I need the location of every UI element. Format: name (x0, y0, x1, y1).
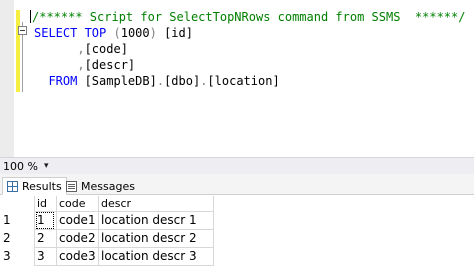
code-line-5[interactable]: FROM [SampleDB].[dbo].[location] (34, 74, 280, 88)
editor-margin (0, 0, 14, 157)
tab-results[interactable]: Results (2, 177, 67, 195)
grid-line (34, 196, 35, 266)
row-number[interactable]: 3 (0, 247, 34, 265)
code-line-3[interactable]: ,[code] (34, 42, 128, 56)
code-token: [location] (207, 74, 280, 88)
code-token: [descr] (84, 58, 136, 72)
text-caret (30, 10, 31, 23)
code-token: SELECT (34, 26, 85, 40)
row-number[interactable]: 2 (0, 229, 34, 247)
code-token: [code] (84, 42, 128, 56)
cell-descr[interactable]: location descr 2 (98, 229, 213, 247)
code-token: [SampleDB] (84, 74, 157, 88)
cell-code[interactable]: code2 (56, 229, 98, 247)
grid-line (213, 196, 214, 266)
code-token: . (156, 74, 165, 88)
code-token: , (34, 58, 85, 72)
results-tab-strip: Results Messages (0, 174, 474, 195)
query-editor[interactable]: /****** Script for SelectTopNRows comman… (0, 0, 474, 157)
grid-icon (7, 180, 18, 192)
cell-descr[interactable]: location descr 3 (98, 247, 213, 265)
code-token: , (34, 42, 85, 56)
code-token: FROM (34, 74, 85, 88)
cell-code[interactable]: code3 (56, 247, 98, 265)
grid-line (98, 196, 99, 266)
cell-id[interactable]: 3 (34, 247, 56, 265)
selected-cell-outline (36, 212, 54, 229)
cell-id[interactable]: 2 (34, 229, 56, 247)
tab-messages[interactable]: Messages (62, 177, 139, 195)
code-token: [dbo] (164, 74, 201, 88)
code-token: [id] (164, 26, 193, 40)
table-row[interactable]: 1 1 code1 location descr 1 (0, 211, 474, 229)
grid-line (56, 196, 57, 266)
cell-descr[interactable]: location descr 1 (98, 211, 213, 229)
tab-results-label: Results (22, 179, 62, 193)
column-header-descr[interactable]: descr (98, 196, 213, 211)
code-token: 1000 (120, 26, 150, 40)
row-number[interactable]: 1 (0, 211, 34, 229)
table-row[interactable]: 3 3 code3 location descr 3 (0, 247, 474, 265)
grid-line (34, 265, 213, 266)
column-header-id[interactable]: id (34, 196, 56, 211)
editor-status-bar: 100 % ▾ (0, 157, 474, 174)
results-grid[interactable]: id code descr 1 1 code1 location descr 1… (0, 196, 474, 274)
column-header-code[interactable]: code (56, 196, 98, 211)
code-token: TOP (84, 26, 114, 40)
code-token: ( (113, 26, 121, 40)
chevron-down-icon[interactable]: ▾ (40, 161, 49, 171)
tab-messages-label: Messages (81, 179, 135, 193)
code-line-4[interactable]: ,[descr] (34, 58, 135, 72)
code-line-1[interactable]: /****** Script for SelectTopNRows comman… (30, 10, 465, 24)
code-token: /****** Script for SelectTopNRows comman… (32, 10, 466, 24)
grid-line (34, 229, 213, 230)
code-token: ) (149, 26, 165, 40)
zoom-dropdown[interactable]: 100 % ▾ (1, 159, 48, 173)
table-row[interactable]: 2 2 code2 location descr 2 (0, 229, 474, 247)
collapse-icon[interactable] (18, 26, 27, 35)
zoom-value: 100 % (3, 159, 38, 173)
cell-code[interactable]: code1 (56, 211, 98, 229)
change-tracking-bar (16, 10, 20, 92)
code-line-2[interactable]: SELECT TOP (1000) [id] (34, 26, 193, 40)
messages-icon (66, 180, 77, 192)
grid-line (34, 247, 213, 248)
grid-line (34, 211, 213, 212)
